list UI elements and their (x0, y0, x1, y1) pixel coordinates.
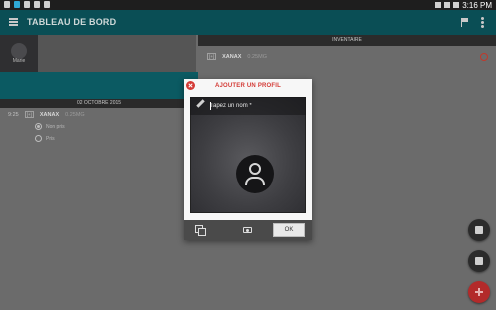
signal-icon (444, 2, 451, 8)
flag-icon[interactable] (461, 18, 468, 27)
expand-tag[interactable]: [+] (24, 111, 34, 118)
radio-not-taken[interactable]: Non pris (35, 123, 65, 130)
add-button[interactable] (468, 281, 490, 303)
app-title: TABLEAU DE BORD (27, 17, 117, 27)
app-notification-icon (14, 1, 20, 8)
app-bar: TABLEAU DE BORD (0, 10, 496, 35)
add-icon (475, 288, 483, 296)
dose-entry[interactable]: 9:25 [+] XANAX 0.25MG (8, 111, 85, 118)
more-vert-icon[interactable] (481, 17, 484, 28)
dialog-title: AJOUTER UN PROFIL (214, 83, 282, 89)
avatar (11, 43, 27, 59)
wifi-icon (435, 2, 442, 8)
radio-label: Pris (46, 135, 55, 142)
add-person-button[interactable] (468, 250, 490, 272)
radio-button-icon[interactable] (35, 135, 42, 142)
download-icon (34, 1, 40, 8)
notification-icon (4, 1, 10, 8)
notification-icons (4, 1, 50, 8)
inventory-entry[interactable]: [+] XANAX 0.25MG (207, 53, 267, 60)
profile-name: Marie (12, 58, 26, 64)
name-input[interactable] (210, 100, 300, 112)
drug-dose: 0.25MG (65, 111, 85, 118)
drug-dose: 0.25MG (247, 53, 267, 60)
gallery-icon[interactable] (195, 225, 206, 236)
profile-banner (0, 72, 198, 99)
alarm-icon[interactable] (480, 53, 488, 61)
ok-button[interactable]: OK (273, 223, 305, 237)
add-person-icon (475, 257, 483, 265)
profile-tile[interactable]: Marie (0, 35, 38, 72)
radio-label: Non pris (46, 123, 65, 130)
drug-name: XANAX (222, 53, 242, 60)
camera-icon[interactable] (243, 227, 252, 233)
default-avatar-icon (236, 155, 274, 193)
name-field[interactable] (190, 97, 306, 115)
battery-icon (453, 2, 460, 8)
radio-taken[interactable]: Pris (35, 135, 55, 142)
radio-button-icon[interactable] (35, 123, 42, 130)
dose-time: 9:25 (8, 111, 19, 118)
pencil-icon (196, 99, 205, 108)
download-icon (24, 1, 30, 8)
screenshot-icon (44, 1, 50, 8)
drug-name: XANAX (39, 111, 60, 118)
add-profile-dialog: AJOUTER UN PROFIL OK (184, 79, 312, 240)
status-bar: 3:16 PM (0, 0, 496, 10)
date-header: 02 OCTOBRE 2015 (0, 99, 198, 108)
profile-strip (38, 35, 196, 72)
medical-kit-button[interactable] (468, 219, 490, 241)
medical-kit-icon (475, 226, 483, 234)
inventory-header: INVENTAIRE (198, 35, 496, 46)
clock: 3:16 PM (462, 0, 492, 10)
system-icons: 3:16 PM (435, 0, 492, 10)
menu-icon[interactable] (9, 18, 18, 26)
expand-tag[interactable]: [+] (207, 53, 217, 60)
text-cursor (210, 102, 211, 110)
dialog-footer: OK (184, 220, 312, 240)
